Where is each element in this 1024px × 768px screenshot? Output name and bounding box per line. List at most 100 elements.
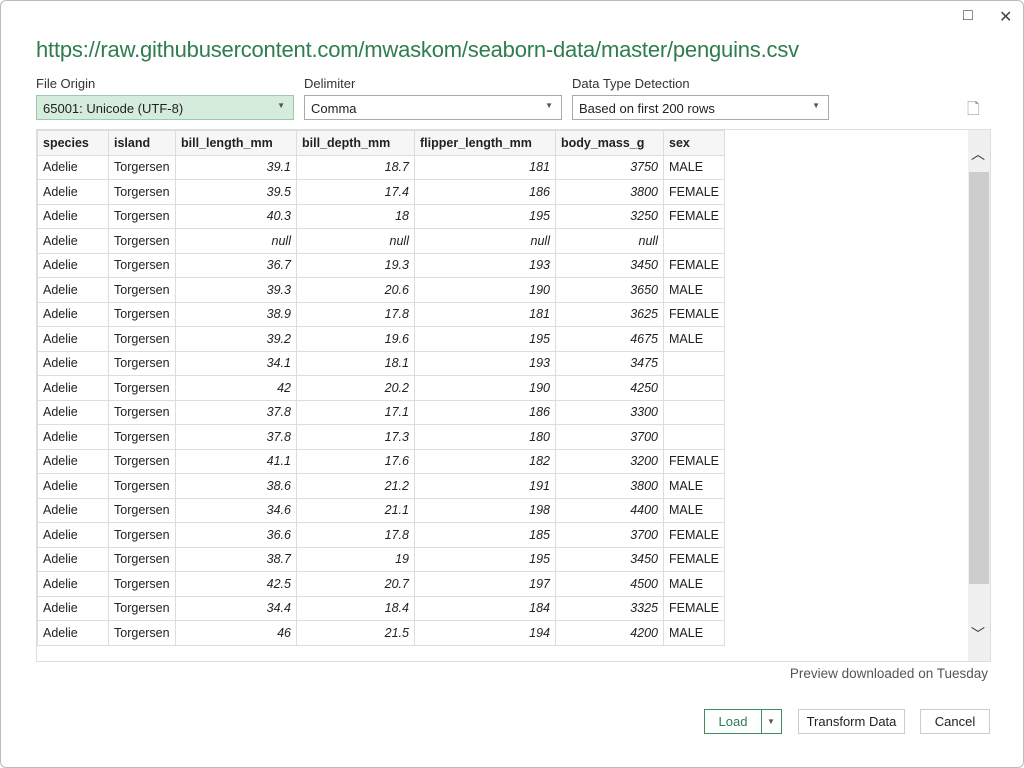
- table-cell: 20.6: [296, 277, 415, 303]
- vertical-scrollbar[interactable]: ︿ ﹀: [968, 130, 990, 661]
- table-cell: 180: [414, 424, 556, 450]
- table-row: Adelie Torgersen 34.6 21.1 198 4400 MALE: [37, 497, 726, 523]
- table-cell: 37.8: [175, 424, 297, 450]
- table-cell: 181: [414, 154, 556, 180]
- table-cell: Torgersen: [108, 228, 176, 254]
- table-cell: 3750: [555, 154, 664, 180]
- table-cell: 4675: [555, 326, 664, 352]
- restore-icon[interactable]: □: [963, 7, 973, 25]
- table-cell: Torgersen: [108, 473, 176, 499]
- table-cell: Adelie: [37, 179, 109, 205]
- table-cell: Adelie: [37, 424, 109, 450]
- column-header[interactable]: bill_length_mm: [175, 130, 297, 156]
- delimiter-value: Comma: [311, 101, 357, 116]
- table-cell: 3800: [555, 473, 664, 499]
- cancel-button[interactable]: Cancel: [920, 709, 990, 734]
- table-cell: Adelie: [37, 620, 109, 646]
- table-cell: 34.6: [175, 497, 297, 523]
- file-origin-select[interactable]: 65001: Unicode (UTF-8) ▼: [36, 95, 294, 120]
- table-cell: [662, 228, 726, 254]
- table-row: Adelie Torgersen 41.1 17.6 182 3200 FEMALE: [37, 448, 726, 474]
- scroll-down-icon[interactable]: ﹀: [971, 624, 985, 644]
- table-cell: 193: [414, 350, 556, 376]
- table-cell: Adelie: [37, 595, 109, 621]
- table-cell: 18: [296, 203, 415, 229]
- table-cell: 19.6: [296, 326, 415, 352]
- table-cell: 3250: [555, 203, 664, 229]
- table-cell: 38.7: [175, 546, 297, 572]
- table-cell: [662, 424, 726, 450]
- table-cell: Adelie: [37, 301, 109, 327]
- load-button[interactable]: Load: [705, 710, 762, 733]
- table-cell: 38.9: [175, 301, 297, 327]
- table-cell: 36.6: [175, 522, 297, 548]
- table-cell: 3475: [555, 350, 664, 376]
- table-cell: 195: [414, 203, 556, 229]
- refresh-preview-icon[interactable]: 🗋: [967, 98, 980, 125]
- table-cell: MALE: [662, 154, 726, 180]
- detection-value: Based on first 200 rows: [579, 101, 715, 116]
- table-cell: 4500: [555, 571, 664, 597]
- table-cell: MALE: [662, 620, 726, 646]
- table-cell: Adelie: [37, 497, 109, 523]
- table-cell: 4250: [555, 375, 664, 401]
- close-icon[interactable]: ✕: [999, 7, 1012, 27]
- table-cell: null: [175, 228, 297, 254]
- table-cell: 46: [175, 620, 297, 646]
- table-cell: 42.5: [175, 571, 297, 597]
- table-row: Adelie Torgersen 37.8 17.3 180 3700: [37, 424, 726, 450]
- column-header[interactable]: bill_depth_mm: [296, 130, 415, 156]
- table-cell: FEMALE: [662, 595, 726, 621]
- table-row: Adelie Torgersen 46 21.5 194 4200 MALE: [37, 620, 726, 646]
- table-cell: Torgersen: [108, 154, 176, 180]
- transform-data-button[interactable]: Transform Data: [798, 709, 905, 734]
- data-preview-grid: species island bill_length_mm bill_depth_mm…: [36, 129, 991, 662]
- scrollbar-thumb[interactable]: [969, 172, 989, 584]
- table-cell: null: [296, 228, 415, 254]
- file-origin-value: 65001: Unicode (UTF-8): [43, 101, 184, 116]
- table-row: Adelie Torgersen 38.9 17.8 181 3625 FEMALE: [37, 301, 726, 327]
- table-cell: Torgersen: [108, 203, 176, 229]
- chevron-down-icon: ▼: [277, 101, 285, 110]
- table-cell: Torgersen: [108, 399, 176, 425]
- load-options-dropdown[interactable]: ▼: [761, 710, 781, 733]
- scroll-up-icon[interactable]: ︿: [971, 144, 985, 164]
- table-cell: 195: [414, 546, 556, 572]
- table-cell: 3325: [555, 595, 664, 621]
- table-cell: 17.6: [296, 448, 415, 474]
- table-cell: 186: [414, 179, 556, 205]
- table-cell: 3300: [555, 399, 664, 425]
- table-cell: 191: [414, 473, 556, 499]
- table-cell: Adelie: [37, 522, 109, 548]
- table-cell: 38.6: [175, 473, 297, 499]
- table-row: Adelie Torgersen 39.3 20.6 190 3650 MALE: [37, 277, 726, 303]
- table-cell: Adelie: [37, 154, 109, 180]
- column-header[interactable]: body_mass_g: [555, 130, 664, 156]
- table-cell: 39.1: [175, 154, 297, 180]
- column-header[interactable]: sex: [662, 130, 726, 156]
- table-cell: Torgersen: [108, 620, 176, 646]
- table-cell: 17.1: [296, 399, 415, 425]
- table-cell: 4400: [555, 497, 664, 523]
- table-row: Adelie Torgersen 40.3 18 195 3250 FEMALE: [37, 203, 726, 229]
- table-cell: 39.3: [175, 277, 297, 303]
- column-header[interactable]: species: [37, 130, 109, 156]
- table-row: Adelie Torgersen 39.1 18.7 181 3750 MALE: [37, 154, 726, 180]
- delimiter-select[interactable]: Comma ▼: [304, 95, 562, 120]
- preview-table: species island bill_length_mm bill_depth_mm…: [37, 130, 726, 646]
- table-cell: MALE: [662, 277, 726, 303]
- table-cell: Torgersen: [108, 497, 176, 523]
- column-header[interactable]: flipper_length_mm: [414, 130, 556, 156]
- table-row: Adelie Torgersen 39.2 19.6 195 4675 MALE: [37, 326, 726, 352]
- table-cell: [662, 350, 726, 376]
- table-cell: Adelie: [37, 203, 109, 229]
- table-cell: Torgersen: [108, 252, 176, 278]
- table-row: Adelie Torgersen 42 20.2 190 4250: [37, 375, 726, 401]
- table-cell: MALE: [662, 497, 726, 523]
- table-cell: 17.8: [296, 522, 415, 548]
- table-cell: 4200: [555, 620, 664, 646]
- column-header[interactable]: island: [108, 130, 176, 156]
- table-cell: 182: [414, 448, 556, 474]
- detection-select[interactable]: Based on first 200 rows ▼: [572, 95, 829, 120]
- chevron-down-icon: ▼: [545, 101, 553, 110]
